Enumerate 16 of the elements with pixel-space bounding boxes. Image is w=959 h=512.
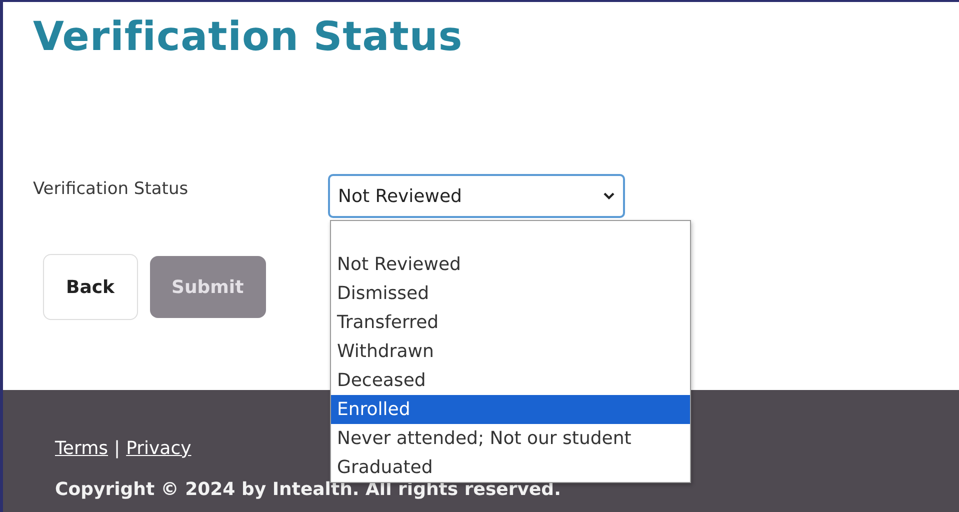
back-button[interactable]: Back bbox=[43, 254, 138, 320]
page-title: Verification Status bbox=[33, 14, 464, 60]
footer-link[interactable]: Privacy bbox=[126, 438, 192, 459]
dropdown-option[interactable]: Enrolled bbox=[331, 395, 690, 424]
dropdown-option[interactable]: Withdrawn bbox=[331, 337, 690, 366]
status-select[interactable]: Not Reviewed bbox=[328, 174, 625, 218]
dropdown-option[interactable]: Dismissed bbox=[331, 279, 690, 308]
link-separator: | bbox=[114, 438, 120, 459]
dropdown-option[interactable]: Never attended; Not our student bbox=[331, 424, 690, 453]
dropdown-option[interactable]: Not Reviewed bbox=[331, 250, 690, 279]
field-label: Verification Status bbox=[33, 178, 190, 199]
dropdown-option[interactable]: Deceased bbox=[331, 366, 690, 395]
footer-link[interactable]: Terms bbox=[55, 438, 108, 459]
dropdown-option[interactable]: Transferred bbox=[331, 308, 690, 337]
dropdown-option[interactable]: Graduated bbox=[331, 453, 690, 482]
chevron-down-icon bbox=[603, 192, 615, 200]
